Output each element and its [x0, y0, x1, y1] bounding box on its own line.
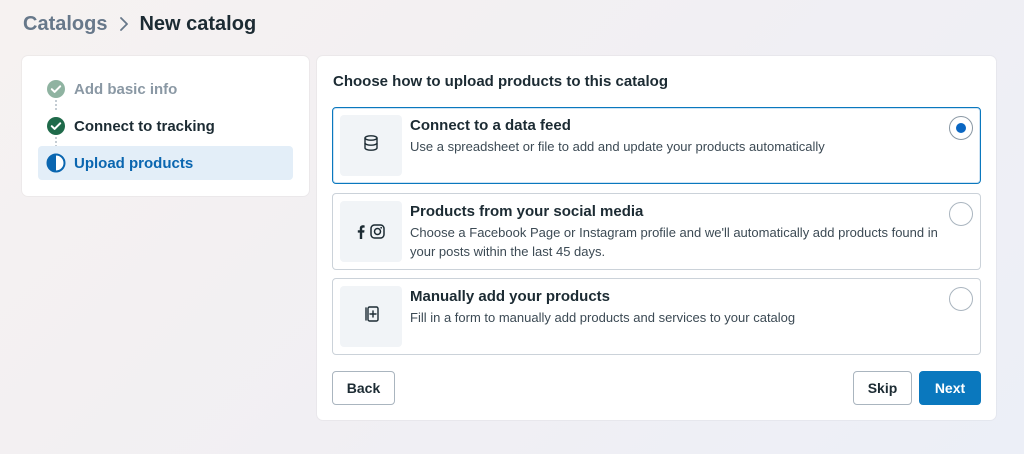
upload-method-panel: Choose how to upload products to this ca… — [317, 56, 996, 420]
next-button[interactable]: Next — [919, 371, 981, 405]
chevron-right-icon — [119, 16, 129, 32]
step-upload-products[interactable]: Upload products — [38, 146, 293, 180]
half-circle-icon — [46, 153, 66, 173]
option-title: Products from your social media — [410, 203, 644, 220]
step-label: Upload products — [74, 154, 194, 172]
add-card-icon — [362, 305, 380, 328]
option-title: Manually add your products — [410, 288, 611, 305]
instagram-icon — [370, 224, 385, 239]
option-icon-box — [340, 115, 402, 176]
breadcrumb-catalogs-link[interactable]: Catalogs — [23, 13, 107, 36]
option-data-feed[interactable]: Connect to a data feed Use a spreadsheet… — [332, 107, 981, 184]
radio-manual[interactable] — [949, 287, 973, 311]
option-icon-box — [340, 201, 402, 262]
radio-data-feed[interactable] — [949, 116, 973, 140]
option-description: Choose a Facebook Page or Instagram prof… — [410, 225, 938, 259]
option-social-media[interactable]: Products from your social media Choose a… — [332, 193, 981, 270]
step-label: Connect to tracking — [74, 117, 215, 135]
page-title: New catalog — [139, 12, 257, 35]
option-description: Use a spreadsheet or file to add and upd… — [410, 139, 825, 154]
check-circle-icon — [46, 79, 66, 99]
option-title: Connect to a data feed — [410, 117, 571, 134]
step-connect-to-tracking[interactable]: Connect to tracking — [38, 109, 293, 143]
facebook-icon — [357, 224, 365, 239]
step-label: Add basic info — [74, 80, 178, 98]
option-description: Fill in a form to manually add products … — [410, 310, 796, 325]
check-circle-icon — [46, 116, 66, 136]
step-add-basic-info[interactable]: Add basic info — [38, 72, 293, 106]
option-manual[interactable]: Manually add your products Fill in a for… — [332, 278, 981, 355]
skip-button[interactable]: Skip — [853, 371, 912, 405]
breadcrumb: Catalogs New catalog — [23, 12, 256, 36]
radio-social-media[interactable] — [949, 202, 973, 226]
database-icon — [362, 134, 380, 157]
option-icon-box — [340, 286, 402, 347]
steps-panel: Add basic info Connect to tracking Uploa… — [22, 56, 309, 196]
panel-title: Choose how to upload products to this ca… — [333, 73, 668, 90]
back-button[interactable]: Back — [332, 371, 395, 405]
